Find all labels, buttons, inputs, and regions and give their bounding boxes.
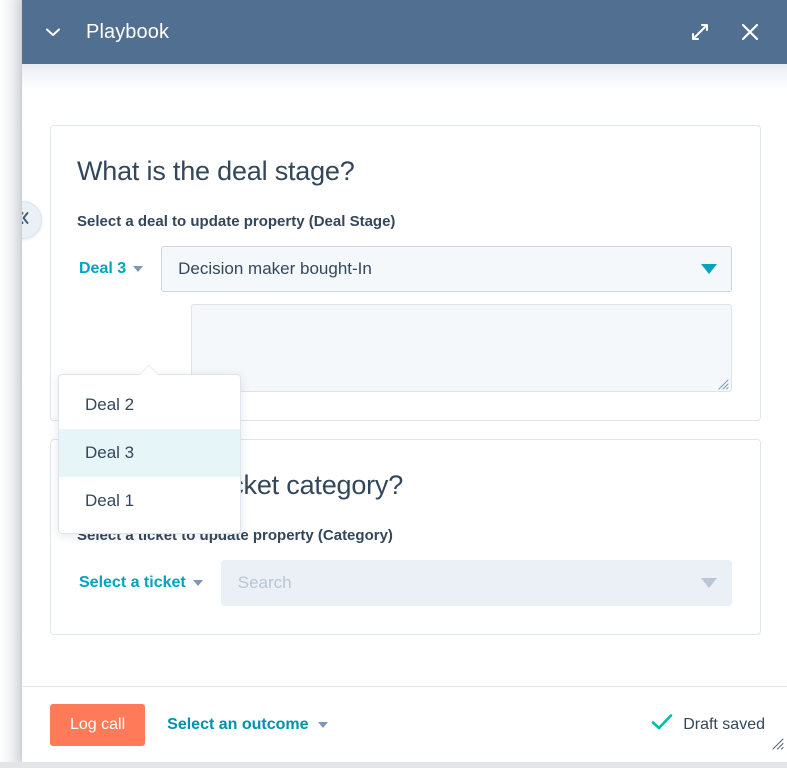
header-actions	[681, 13, 769, 51]
ticket-record-select-label: Select a ticket	[79, 574, 186, 591]
draft-status: Draft saved	[651, 713, 765, 736]
chevron-down-icon	[43, 22, 63, 42]
card-prompt: Select a deal to update property (Deal S…	[77, 213, 396, 230]
resize-handle-icon[interactable]	[715, 376, 729, 390]
question-card-list: What is the deal stage? Select a deal to…	[22, 64, 787, 635]
deal-stage-select[interactable]: Decision maker bought-In	[161, 246, 732, 292]
deal-record-select[interactable]: Deal 3	[77, 256, 145, 282]
playbook-panel: Playbook What is the deal stage? Select …	[22, 0, 787, 762]
page-backdrop	[0, 0, 22, 768]
check-icon	[651, 713, 673, 736]
expand-diagonal-icon	[689, 21, 711, 43]
ticket-record-select[interactable]: Select a ticket	[77, 570, 205, 596]
card-control-row: Select a ticket Search	[77, 560, 732, 606]
ticket-category-select-placeholder: Search	[237, 573, 292, 592]
page-title: Playbook	[86, 20, 170, 43]
collapse-panel-button[interactable]	[34, 13, 72, 51]
log-call-button[interactable]: Log call	[50, 703, 146, 746]
deal-record-dropdown-menu: Deal 2 Deal 3 Deal 1	[58, 365, 241, 534]
caret-down-icon	[192, 580, 203, 586]
panel-body: What is the deal stage? Select a deal to…	[22, 64, 787, 686]
dropdown-option-deal-2[interactable]: Deal 2	[59, 381, 240, 429]
dropdown-option-deal-1[interactable]: Deal 1	[59, 477, 240, 525]
page-bottom-edge	[0, 762, 787, 768]
panel-footer: Log call Select an outcome Draft saved	[22, 686, 787, 762]
deal-stage-select-value: Decision maker bought-In	[178, 259, 372, 278]
screen-root: Playbook What is the deal stage? Select …	[0, 0, 787, 768]
close-button[interactable]	[731, 13, 769, 51]
dropdown-arrow-inner-icon	[139, 366, 159, 376]
outcome-select[interactable]: Select an outcome	[167, 715, 328, 734]
deal-record-select-label: Deal 3	[79, 260, 127, 277]
card-title: What is the deal stage?	[77, 156, 355, 186]
expand-button[interactable]	[681, 13, 719, 51]
chevron-down-icon	[701, 578, 717, 588]
deal-note-textarea[interactable]	[191, 304, 732, 392]
caret-down-icon	[133, 266, 144, 272]
window-resize-handle-icon[interactable]	[768, 734, 784, 750]
close-icon	[738, 20, 762, 44]
panel-header: Playbook	[22, 0, 787, 64]
card-control-row: Deal 3 Decision maker bought-In	[77, 246, 732, 292]
dropdown-option-deal-3[interactable]: Deal 3	[59, 429, 240, 477]
caret-down-icon	[317, 721, 328, 728]
outcome-select-label: Select an outcome	[167, 715, 309, 733]
chevrons-left-icon	[22, 209, 32, 232]
ticket-category-select[interactable]: Search	[220, 560, 732, 606]
chevron-down-icon	[701, 264, 717, 274]
draft-status-label: Draft saved	[683, 715, 765, 733]
